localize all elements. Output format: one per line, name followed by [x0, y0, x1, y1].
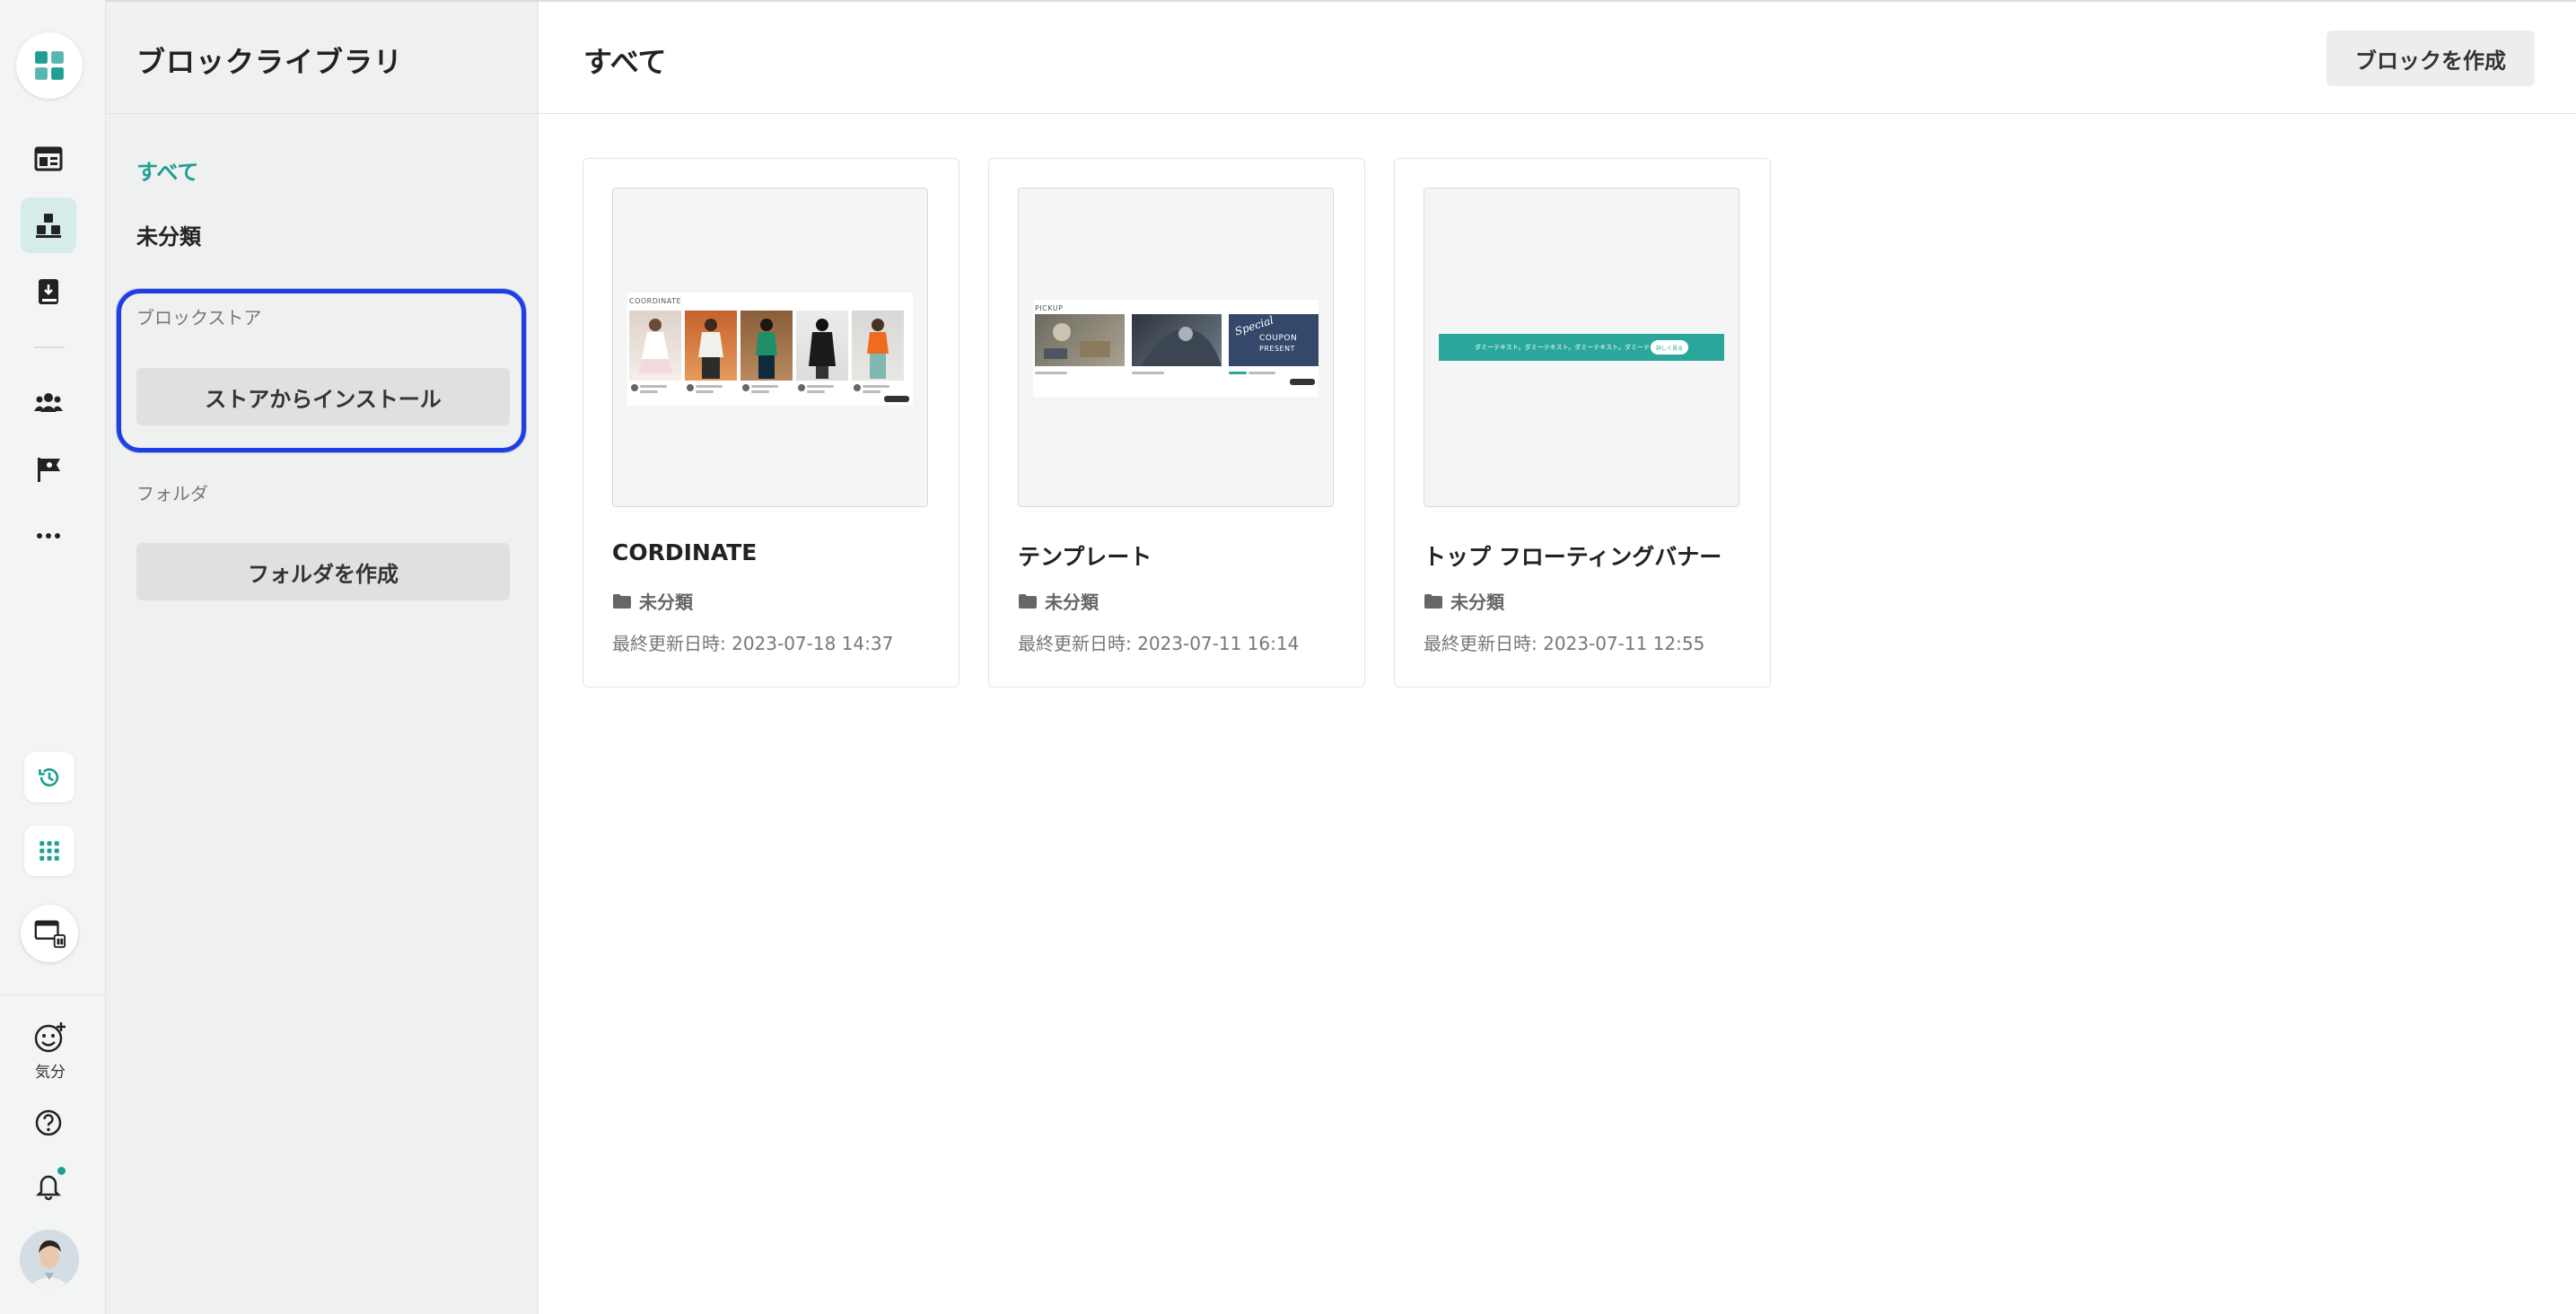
thumbnail-photo	[1035, 314, 1125, 366]
preview-icon[interactable]	[21, 905, 78, 962]
block-card[interactable]: COORDINATE CORDINATE 未分類 最終更新日時: 2023-07…	[583, 158, 959, 688]
avatar[interactable]	[20, 1230, 79, 1289]
folder-icon	[1019, 593, 1037, 609]
mood-icon	[34, 1022, 66, 1053]
rail-bottom-divider	[0, 994, 106, 995]
install-from-store-button[interactable]: ストアからインストール	[136, 368, 510, 425]
apps-grid-icon[interactable]	[24, 826, 74, 876]
block-thumbnail: COORDINATE	[612, 188, 928, 507]
card-folder: 未分類	[612, 588, 693, 614]
thumbnail-heading: COORDINATE	[629, 297, 682, 305]
notification-dot	[56, 1165, 67, 1177]
folder-icon	[613, 593, 631, 609]
main-header: すべて ブロックを作成	[539, 0, 2576, 114]
thumbnail-preview: PICKUP Special COUPON PRESENT	[1033, 300, 1319, 397]
flag-icon[interactable]	[21, 442, 76, 497]
rail-divider	[34, 346, 65, 348]
coupon-title: COUPON	[1259, 334, 1298, 343]
banner-text: ダミーテキスト。ダミーテキスト。ダミーテキスト。ダミーテキスト。	[1475, 344, 1675, 351]
logo-icon[interactable]	[16, 32, 83, 99]
card-folder-label: 未分類	[1450, 591, 1504, 613]
thumbnail-coupon: Special COUPON PRESENT	[1229, 313, 1319, 366]
folder-icon	[1424, 593, 1442, 609]
card-title: トップ フローティングバナー	[1424, 544, 1722, 570]
thumbnail-photo	[685, 311, 737, 381]
block-thumbnail: PICKUP Special COUPON PRESENT	[1018, 188, 1334, 507]
block-card[interactable]: ダミーテキスト。ダミーテキスト。ダミーテキスト。ダミーテキスト。 詳しく見る ト…	[1394, 158, 1771, 688]
sidebar-item-all[interactable]: すべて	[136, 154, 198, 186]
mood-label: 気分	[35, 1064, 66, 1082]
sidebar-item-uncategorized[interactable]: 未分類	[136, 219, 201, 250]
sidebar-title: ブロックライブラリ	[136, 45, 404, 79]
card-folder-label: 未分類	[639, 591, 693, 613]
blocks-icon[interactable]	[21, 197, 76, 253]
bell-icon[interactable]	[21, 1158, 76, 1213]
dashboard-icon[interactable]	[21, 131, 76, 187]
thumbnail-photo	[629, 311, 681, 381]
card-updated-date: 最終更新日時: 2023-07-18 14:37	[612, 633, 894, 654]
more-icon[interactable]	[21, 508, 76, 564]
thumbnail-heading: PICKUP	[1035, 304, 1064, 312]
coupon-subtitle: PRESENT	[1259, 345, 1295, 353]
card-folder-label: 未分類	[1045, 591, 1099, 613]
card-title: テンプレート	[1018, 544, 1152, 570]
floating-banner-preview: ダミーテキスト。ダミーテキスト。ダミーテキスト。ダミーテキスト。 詳しく見る	[1439, 334, 1724, 361]
folder-section-label: フォルダ	[136, 483, 208, 504]
thumbnail-photo	[1132, 314, 1222, 366]
help-icon[interactable]	[21, 1095, 76, 1151]
card-folder: 未分類	[1424, 588, 1504, 614]
icon-rail: 気分	[0, 0, 106, 1314]
store-section-label: ブロックストア	[136, 307, 262, 328]
thumbnail-preview: COORDINATE	[627, 293, 913, 406]
thumbnail-photo	[796, 311, 848, 381]
card-updated-date: 最終更新日時: 2023-07-11 16:14	[1018, 633, 1300, 654]
card-title: CORDINATE	[612, 539, 758, 565]
create-block-button[interactable]: ブロックを作成	[2326, 31, 2535, 86]
card-updated-date: 最終更新日時: 2023-07-11 12:55	[1424, 633, 1705, 654]
card-folder: 未分類	[1018, 588, 1099, 614]
history-icon[interactable]	[24, 752, 74, 802]
block-thumbnail: ダミーテキスト。ダミーテキスト。ダミーテキスト。ダミーテキスト。 詳しく見る	[1424, 188, 1739, 507]
thumbnail-photo	[852, 311, 904, 381]
users-icon[interactable]	[21, 375, 76, 431]
book-icon[interactable]	[21, 264, 76, 320]
banner-button: 詳しく見る	[1651, 340, 1688, 355]
main-content: すべて ブロックを作成 COORDINATE CORDINATE 未分類 最終更…	[539, 0, 2576, 1314]
sidebar-header: ブロックライブラリ	[106, 0, 539, 114]
block-card[interactable]: PICKUP Special COUPON PRESENT テンプレート 未分類…	[988, 158, 1365, 688]
mood-button[interactable]: 気分	[18, 1020, 83, 1082]
create-folder-button[interactable]: フォルダを作成	[136, 543, 510, 600]
thumbnail-photo	[740, 311, 793, 381]
block-library-sidebar: ブロックライブラリ すべて 未分類 ブロックストア ストアからインストール フォ…	[106, 0, 539, 1314]
page-title: すべて	[583, 45, 667, 79]
